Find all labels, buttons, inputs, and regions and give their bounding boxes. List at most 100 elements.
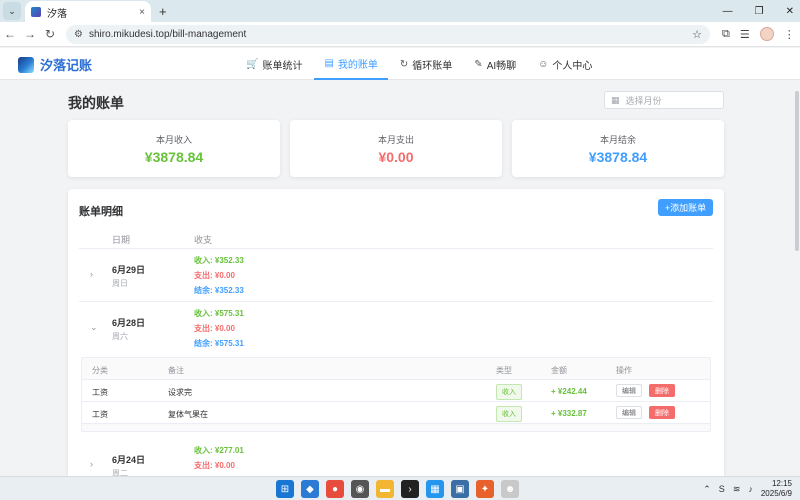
- vscode-icon[interactable]: ◆: [301, 480, 319, 498]
- row-expense: 支出: ¥0.00: [194, 461, 235, 470]
- nav-label: 循环账单: [412, 60, 453, 72]
- add-bill-button[interactable]: +添加账单: [658, 199, 713, 216]
- nav-item-ai-chat[interactable]: ✎ AI畅聊: [464, 48, 526, 80]
- site-info-icon[interactable]: ⚙: [74, 29, 83, 40]
- nav-label: 个人中心: [552, 60, 593, 72]
- row-income: 收入: ¥277.01: [194, 446, 244, 455]
- balance-label: 本月结余: [599, 135, 636, 145]
- nav-item-recurring[interactable]: ↻ 循环账单: [390, 48, 462, 80]
- table-row[interactable]: › 6月24日 周二 收入: ¥277.01 支出: ¥0.00: [79, 439, 713, 479]
- delete-button[interactable]: 删除: [649, 406, 675, 419]
- profile-avatar[interactable]: [759, 27, 774, 41]
- nav-item-profile[interactable]: ☺ 个人中心: [528, 48, 602, 80]
- delete-button[interactable]: 删除: [649, 384, 675, 397]
- app-icon[interactable]: ☻: [501, 480, 519, 498]
- sub-col-type: 类型: [496, 366, 512, 375]
- favicon-icon: [31, 7, 41, 17]
- nav-item-my-bills[interactable]: ▤ 我的账单: [314, 48, 388, 80]
- chevron-up-icon[interactable]: ⌃: [703, 484, 711, 495]
- expense-value: ¥0.00: [378, 149, 414, 165]
- balance-card: 本月结余 ¥3878.84: [512, 120, 724, 177]
- menu-icon[interactable]: ⋮: [784, 28, 795, 41]
- col-date: 日期: [112, 235, 131, 245]
- chevron-down-icon[interactable]: ⌄: [90, 322, 98, 333]
- sub-table-row: 工资 复体气果在 收入 + ¥332.87 编辑 删除: [82, 402, 710, 424]
- clock[interactable]: 12:15 2025/6/9: [761, 479, 792, 499]
- sub-note: 复体气果在: [168, 410, 208, 419]
- cart-icon: 🛒: [246, 58, 259, 70]
- app-icon[interactable]: ▣: [451, 480, 469, 498]
- sub-category: 工资: [92, 410, 108, 419]
- app-icon[interactable]: ✦: [476, 480, 494, 498]
- close-window-icon[interactable]: ✕: [786, 6, 794, 17]
- calendar-icon: ▦: [611, 94, 620, 105]
- balance-value: ¥3878.84: [588, 149, 648, 165]
- nav-item-statistics[interactable]: 🛒 账单统计: [236, 48, 312, 80]
- taskbar-apps: ⊞ ◆ ● ◉ ▬ › ▦ ▣ ✦ ☻: [276, 480, 519, 498]
- extensions-icon[interactable]: ⧉: [722, 28, 730, 41]
- scroll-thumb[interactable]: [795, 91, 799, 251]
- sub-table: 分类 备注 类型 金额 操作 工资 设求完 收入 + ¥242.44 编辑 删除…: [81, 357, 711, 432]
- browser-tab[interactable]: 汐落 ×: [25, 1, 151, 23]
- ime-icon[interactable]: S: [719, 484, 725, 494]
- bookmark-star-icon[interactable]: ☆: [692, 28, 702, 41]
- expense-label: 本月支出: [377, 135, 414, 145]
- windows-start-icon[interactable]: ⊞: [276, 480, 294, 498]
- user-icon: ☺: [538, 58, 549, 70]
- app-icon[interactable]: ◉: [351, 480, 369, 498]
- volume-icon[interactable]: ♪: [748, 484, 753, 494]
- terminal-icon[interactable]: ›: [401, 480, 419, 498]
- row-income: 收入: ¥352.33: [194, 256, 244, 265]
- url-text[interactable]: shiro.mikudesi.top/bill-management: [89, 29, 692, 40]
- clock-time: 12:15: [771, 479, 792, 488]
- maximize-icon[interactable]: ❐: [755, 6, 764, 17]
- logo-text: 汐落记账: [40, 58, 93, 73]
- income-card: 本月收入 ¥3878.84: [68, 120, 280, 177]
- row-balance: 结余: ¥575.31: [194, 339, 244, 348]
- forward-icon[interactable]: →: [20, 27, 40, 41]
- type-tag: 收入: [496, 384, 522, 400]
- row-expense: 支出: ¥0.00: [194, 324, 235, 333]
- row-balance: 结余: ¥352.33: [194, 286, 244, 295]
- chevron-right-icon[interactable]: ›: [90, 269, 93, 279]
- tab-search-icon[interactable]: ⌄: [3, 2, 21, 20]
- back-icon[interactable]: ←: [0, 27, 20, 41]
- chevron-right-icon[interactable]: ›: [90, 459, 93, 469]
- docker-icon[interactable]: ▦: [426, 480, 444, 498]
- page-scrollbar[interactable]: [794, 81, 800, 476]
- col-flow: 收支: [194, 235, 213, 245]
- table-row[interactable]: ⌄ 6月28日 周六 收入: ¥575.31 支出: ¥0.00 结余: ¥57…: [79, 302, 713, 355]
- expense-card: 本月支出 ¥0.00: [290, 120, 502, 177]
- table-row[interactable]: › 6月29日 周日 收入: ¥352.33 支出: ¥0.00 结余: ¥35…: [79, 249, 713, 302]
- wifi-icon[interactable]: ≋: [733, 484, 741, 495]
- month-placeholder: 选择月份: [625, 95, 662, 106]
- system-tray: ⌃ S ≋ ♪ 12:15 2025/6/9: [703, 479, 792, 499]
- reading-list-icon[interactable]: ☰: [740, 28, 750, 41]
- month-picker[interactable]: ▦ 选择月份: [604, 91, 724, 109]
- reload-icon[interactable]: ↻: [40, 27, 60, 41]
- detail-title: 账单明细: [79, 206, 123, 218]
- sub-table-row: 工资 设求完 收入 + ¥242.44 编辑 删除: [82, 380, 710, 402]
- tab-title: 汐落: [47, 8, 67, 20]
- sub-col-note: 备注: [168, 366, 184, 375]
- chrome-icon[interactable]: ●: [326, 480, 344, 498]
- minimize-icon[interactable]: —: [723, 6, 733, 17]
- edit-button[interactable]: 编辑: [616, 384, 642, 397]
- logo[interactable]: 汐落记账: [18, 55, 92, 74]
- new-tab-button[interactable]: +: [159, 4, 167, 19]
- table-header: 日期 收支: [79, 227, 713, 249]
- window-controls: — ❐ ✕: [723, 0, 794, 22]
- bill-detail-panel: 账单明细 +添加账单 日期 收支 › 6月29日 周日 收入: ¥352.33 …: [68, 189, 724, 479]
- folder-icon[interactable]: ▬: [376, 480, 394, 498]
- url-field[interactable]: ⚙ shiro.mikudesi.top/bill-management ☆: [66, 24, 710, 44]
- browser-tab-bar: ⌄ 汐落 × + — ❐ ✕: [0, 0, 800, 23]
- row-date: 6月24日: [112, 455, 146, 465]
- tab-close-icon[interactable]: ×: [139, 7, 145, 18]
- taskbar: ⊞ ◆ ● ◉ ▬ › ▦ ▣ ✦ ☻ ⌃ S ≋ ♪ 12:15 2025/6…: [0, 476, 800, 500]
- page-title: 我的账单: [68, 95, 124, 111]
- sub-amount: + ¥332.87: [551, 409, 587, 418]
- edit-button[interactable]: 编辑: [616, 406, 642, 419]
- address-bar: ← → ↻ ⚙ shiro.mikudesi.top/bill-manageme…: [0, 22, 800, 47]
- sub-table-header: 分类 备注 类型 金额 操作: [82, 358, 710, 380]
- row-date: 6月29日: [112, 265, 146, 275]
